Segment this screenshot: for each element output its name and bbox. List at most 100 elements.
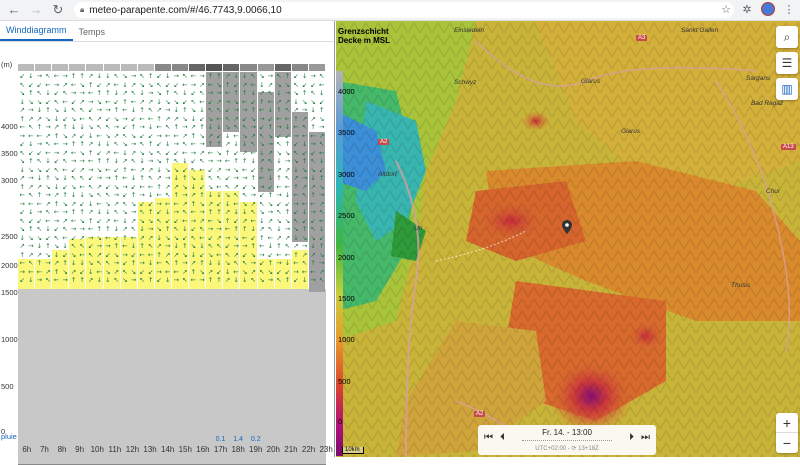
y-tick: 500 — [1, 382, 14, 391]
tab-temps[interactable]: Temps — [73, 27, 112, 41]
hour-label: 14h — [161, 445, 175, 454]
y-tick: 4000 — [1, 122, 18, 131]
place-label: Thusis — [731, 282, 751, 289]
rain-value — [88, 436, 106, 443]
hour-label: 22h — [301, 445, 316, 454]
hour-label: 23h — [319, 445, 333, 454]
legend-tick: 3000 — [338, 170, 355, 179]
location-pin-icon[interactable] — [562, 220, 572, 234]
rain-value: 0.1 — [215, 436, 226, 443]
road-label: A13 — [781, 144, 796, 150]
legend-tick: 500 — [338, 377, 351, 386]
legend-tick: 1500 — [338, 294, 355, 303]
rain-value — [317, 436, 335, 443]
road-label: A2 — [378, 139, 390, 145]
lock-icon: 🔒︎ — [80, 5, 85, 14]
hour-label: 20h — [266, 445, 281, 454]
wind-diagram-panel: Winddiagramm Temps (m) 4000 3500 3000 25… — [0, 21, 335, 465]
place-label: Schwyz — [454, 79, 477, 86]
hour-label: 7h — [39, 445, 49, 454]
y-unit-label: (m) — [1, 60, 13, 69]
last-time-button[interactable]: ⏭ — [641, 432, 650, 443]
back-icon[interactable]: ← — [6, 2, 22, 18]
legend-tick: 2000 — [338, 253, 355, 262]
extensions-icon[interactable]: ✲ — [740, 3, 754, 16]
rain-value — [159, 436, 177, 443]
scale-bar: 10km — [342, 447, 364, 454]
next-time-button[interactable]: ⏵ — [629, 432, 634, 443]
hour-label: 21h — [284, 445, 298, 454]
hour-label: 15h — [178, 445, 192, 454]
forward-icon[interactable]: → — [28, 2, 44, 18]
y-tick: 1500 — [1, 288, 18, 297]
rain-value — [141, 436, 159, 443]
place-label: Altdorf — [378, 171, 397, 178]
y-tick: 1000 — [1, 335, 18, 344]
place-label: Glarus — [581, 78, 601, 85]
road-label: A2 — [474, 411, 486, 417]
rain-value — [36, 436, 54, 443]
rain-value — [282, 436, 300, 443]
hour-axis: 6h 7h 8h 9h 10h 11h 12h 13h 14h 15h 16h 17h 18h 19h 20… — [18, 443, 335, 457]
layers-settings-icon[interactable]: ☰ — [776, 52, 798, 74]
rain-value — [124, 436, 142, 443]
road-label: A3 — [636, 35, 648, 41]
tab-bar: Winddiagramm Temps — [0, 21, 334, 42]
rain-value — [71, 436, 89, 443]
place-label: Sargans — [746, 75, 771, 82]
map[interactable]: Grenzschicht Decke m MSL 4000 3500 3000 … — [336, 21, 800, 457]
place-label: Uri — [414, 225, 423, 232]
legend-tick: 4000 — [338, 87, 355, 96]
hour-label: 8h — [57, 445, 67, 454]
tab-winddiagramm[interactable]: Winddiagramm — [0, 25, 73, 41]
place-label: Bad Ragaz — [751, 100, 784, 107]
hour-label: 16h — [196, 445, 210, 454]
hour-label: 18h — [231, 445, 245, 454]
zoom-out-button[interactable]: − — [776, 433, 798, 453]
hour-label: 17h — [213, 445, 228, 454]
hour-label: 10h — [90, 445, 104, 454]
search-icon[interactable]: ⌕ — [776, 26, 798, 48]
rain-value — [300, 436, 318, 443]
rain-value — [176, 436, 194, 443]
legend-tick: 1000 — [338, 335, 355, 344]
chart-icon[interactable]: ▥ — [776, 78, 798, 100]
legend-tick: 0 — [338, 417, 343, 426]
place-label: Glarus — [621, 128, 641, 135]
time-slider[interactable] — [522, 440, 612, 443]
rain-value — [53, 436, 71, 443]
star-icon[interactable]: ☆ — [719, 3, 733, 16]
time-control: ⏮ ⏴ Fr. 14. - 13:00 UTC+02:00 - ⟳ 13+18Z… — [478, 425, 656, 455]
zoom-control: + − — [776, 413, 798, 453]
legend-tick: 2500 — [338, 211, 355, 220]
place-label: Sankt Gallen — [681, 27, 719, 34]
y-tick: 3500 — [1, 149, 18, 158]
hour-label: 9h — [75, 445, 85, 454]
reload-icon[interactable]: ↻ — [50, 2, 66, 18]
timezone-info: UTC+02:00 - ⟳ 13+18Z — [535, 446, 599, 452]
cloud-cover-bar — [18, 64, 326, 71]
hour-label: 6h — [22, 445, 32, 454]
place-label: Chur — [766, 188, 781, 195]
rain-label: pluie — [1, 432, 17, 441]
rain-values: 0.1 1.4 0.2 — [18, 436, 335, 443]
y-tick: 2000 — [1, 261, 18, 270]
profile-avatar[interactable] — [761, 2, 775, 16]
rain-value — [106, 436, 124, 443]
menu-dots-icon[interactable]: ⋮ — [782, 3, 796, 16]
legend-tick: 3500 — [338, 128, 355, 137]
y-tick: 3000 — [1, 176, 18, 185]
place-label: Einsiedeln — [454, 27, 484, 34]
zoom-in-button[interactable]: + — [776, 413, 798, 433]
legend-title: Grenzschicht Decke m MSL — [338, 27, 391, 45]
wind-arrows: ↙ ↓ → ↖ ← → ↑ ↑ ↗ ↓ ↓ ↖ ↘ → ↖ ↑ ↙ ↓ → ↖ ← → ↑ ↑ ↗ ↓ ↓ ↖ ↘ → ↖ ↑ ↙ ↓ → ↖ ↖ ↙ ↙ ←… — [19, 72, 325, 284]
terrain-map[interactable] — [336, 21, 800, 457]
wind-diagram: (m) 4000 3500 3000 2500 2000 1500 1000 5… — [0, 42, 335, 465]
rain-value — [18, 436, 36, 443]
address-bar[interactable]: 🔒︎ meteo-parapente.com/#/46.7743,9.0066,… — [74, 2, 734, 18]
hour-label: 13h — [143, 445, 157, 454]
url-text: meteo-parapente.com/#/46.7743,9.0066,10 — [89, 4, 282, 16]
rain-value — [265, 436, 283, 443]
hour-label: 19h — [249, 445, 263, 454]
hour-label: 12h — [125, 445, 140, 454]
